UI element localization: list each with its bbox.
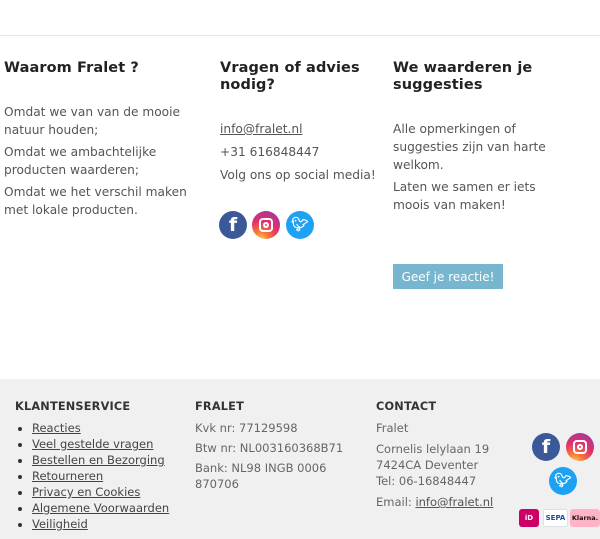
- suggestions-heading: We waarderen je suggesties: [393, 60, 533, 93]
- footer: KLANTENSERVICE Reacties Veel gestelde vr…: [0, 379, 600, 539]
- link-terms[interactable]: Algemene Voorwaarden: [32, 501, 169, 515]
- twitter-icon[interactable]: 🐦︎: [286, 211, 314, 239]
- why-paragraph-3: Omdat we het verschil maken met lokale p…: [4, 185, 187, 217]
- company-column: FRALET Kvk nr: 77129598 Btw nr: NL003160…: [195, 400, 365, 492]
- link-ordering-delivery[interactable]: Bestellen en Bezorging: [32, 453, 165, 467]
- link-security[interactable]: Veiligheid: [32, 517, 88, 531]
- give-feedback-button[interactable]: Geef je reactie!: [393, 264, 503, 289]
- contact-name: Fralet: [376, 421, 409, 435]
- instagram-icon[interactable]: [566, 433, 594, 461]
- top-divider: [0, 35, 600, 36]
- questions-heading: Vragen of advies nodig?: [220, 60, 360, 93]
- why-paragraph-2: Omdat we ambachtelijke producten waarder…: [4, 145, 157, 177]
- list-item: Bestellen en Bezorging: [32, 452, 190, 468]
- email-label: Email:: [376, 495, 416, 509]
- link-reacties[interactable]: Reacties: [32, 421, 81, 435]
- list-item: Algemene Voorwaarden: [32, 500, 190, 516]
- contact-heading: CONTACT: [376, 400, 437, 413]
- company-heading: FRALET: [195, 400, 244, 413]
- contact-phone-footer: Tel: 06-16848447: [376, 474, 477, 488]
- kvk-number: Kvk nr: 77129598: [195, 421, 298, 435]
- why-fralet-heading: Waarom Fralet ?: [4, 60, 139, 76]
- ideal-payment-icon: iD: [519, 509, 539, 527]
- contact-address-line-1: Cornelis lelylaan 19: [376, 442, 490, 456]
- link-returns[interactable]: Retourneren: [32, 469, 103, 483]
- link-faq[interactable]: Veel gestelde vragen: [32, 437, 153, 451]
- customer-service-list: Reacties Veel gestelde vragen Bestellen …: [15, 420, 190, 532]
- social-media-text: Volg ons op social media!: [220, 168, 376, 182]
- footer-email-link[interactable]: info@fralet.nl: [415, 495, 493, 509]
- facebook-icon[interactable]: f: [532, 433, 560, 461]
- contact-email-row: Email: info@fralet.nl: [376, 494, 516, 510]
- list-item: Veel gestelde vragen: [32, 436, 190, 452]
- instagram-icon[interactable]: [252, 211, 280, 239]
- why-paragraph-1: Omdat we van van de mooie natuur houden;: [4, 105, 180, 137]
- list-item: Veiligheid: [32, 516, 190, 532]
- bank-number: Bank: NL98 INGB 0006 870706: [195, 461, 327, 491]
- facebook-icon[interactable]: f: [219, 211, 247, 239]
- klarna-payment-icon: Klarna.: [570, 509, 600, 527]
- list-item: Privacy en Cookies: [32, 484, 190, 500]
- why-fralet-section: Waarom Fralet ? Omdat we van van de mooi…: [4, 60, 194, 219]
- btw-number: Btw nr: NL003160368B71: [195, 441, 344, 455]
- customer-service-column: KLANTENSERVICE Reacties Veel gestelde vr…: [15, 400, 190, 532]
- questions-section: Vragen of advies nodig? info@fralet.nl +…: [220, 60, 380, 184]
- suggestions-paragraph-1: Alle opmerkingen of suggesties zijn van …: [393, 122, 546, 172]
- contact-email-link[interactable]: info@fralet.nl: [220, 122, 302, 136]
- link-privacy[interactable]: Privacy en Cookies: [32, 485, 140, 499]
- contact-address-line-2: 7424CA Deventer: [376, 458, 479, 472]
- sepa-payment-icon: SEPA: [543, 509, 568, 527]
- twitter-icon[interactable]: 🐦︎: [549, 467, 577, 495]
- list-item: Reacties: [32, 420, 190, 436]
- suggestions-paragraph-2: Laten we samen er iets moois van maken!: [393, 180, 536, 212]
- contact-phone: +31 616848447: [220, 145, 320, 159]
- list-item: Retourneren: [32, 468, 190, 484]
- suggestions-section: We waarderen je suggesties Alle opmerkin…: [393, 60, 563, 214]
- customer-service-heading: KLANTENSERVICE: [15, 400, 131, 413]
- contact-column: CONTACT Fralet Cornelis lelylaan 19 7424…: [376, 400, 516, 510]
